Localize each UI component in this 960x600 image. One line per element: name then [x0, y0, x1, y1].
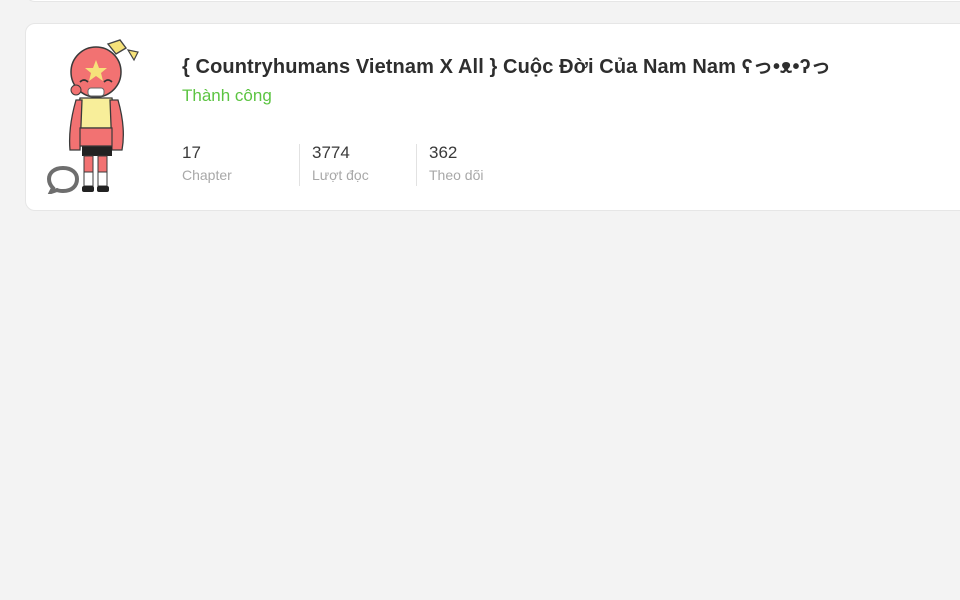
stat-reads-label: Lượt đọc [312, 167, 369, 183]
stat-chapters: 17 Chapter [182, 142, 299, 186]
stat-reads-value: 3774 [312, 143, 350, 162]
story-title[interactable]: { Countryhumans Vietnam X All } Cuộc Đời… [182, 50, 831, 79]
story-card[interactable]: { Countryhumans Vietnam X All } Cuộc Đời… [25, 23, 960, 211]
story-status: Thành công [182, 86, 272, 105]
stat-followers-label: Theo dõi [429, 167, 484, 183]
speech-bubble-icon [46, 164, 80, 196]
previous-card-edge [25, 0, 960, 2]
stat-followers: 362 Theo dõi [416, 142, 533, 186]
stat-chapters-label: Chapter [182, 167, 232, 183]
stat-followers-value: 362 [429, 143, 458, 162]
stat-chapters-value: 17 [182, 143, 201, 162]
story-stats: 17 Chapter 3774 Lượt đọc 362 Theo dõi [182, 142, 533, 186]
stat-reads: 3774 Lượt đọc [299, 142, 416, 186]
